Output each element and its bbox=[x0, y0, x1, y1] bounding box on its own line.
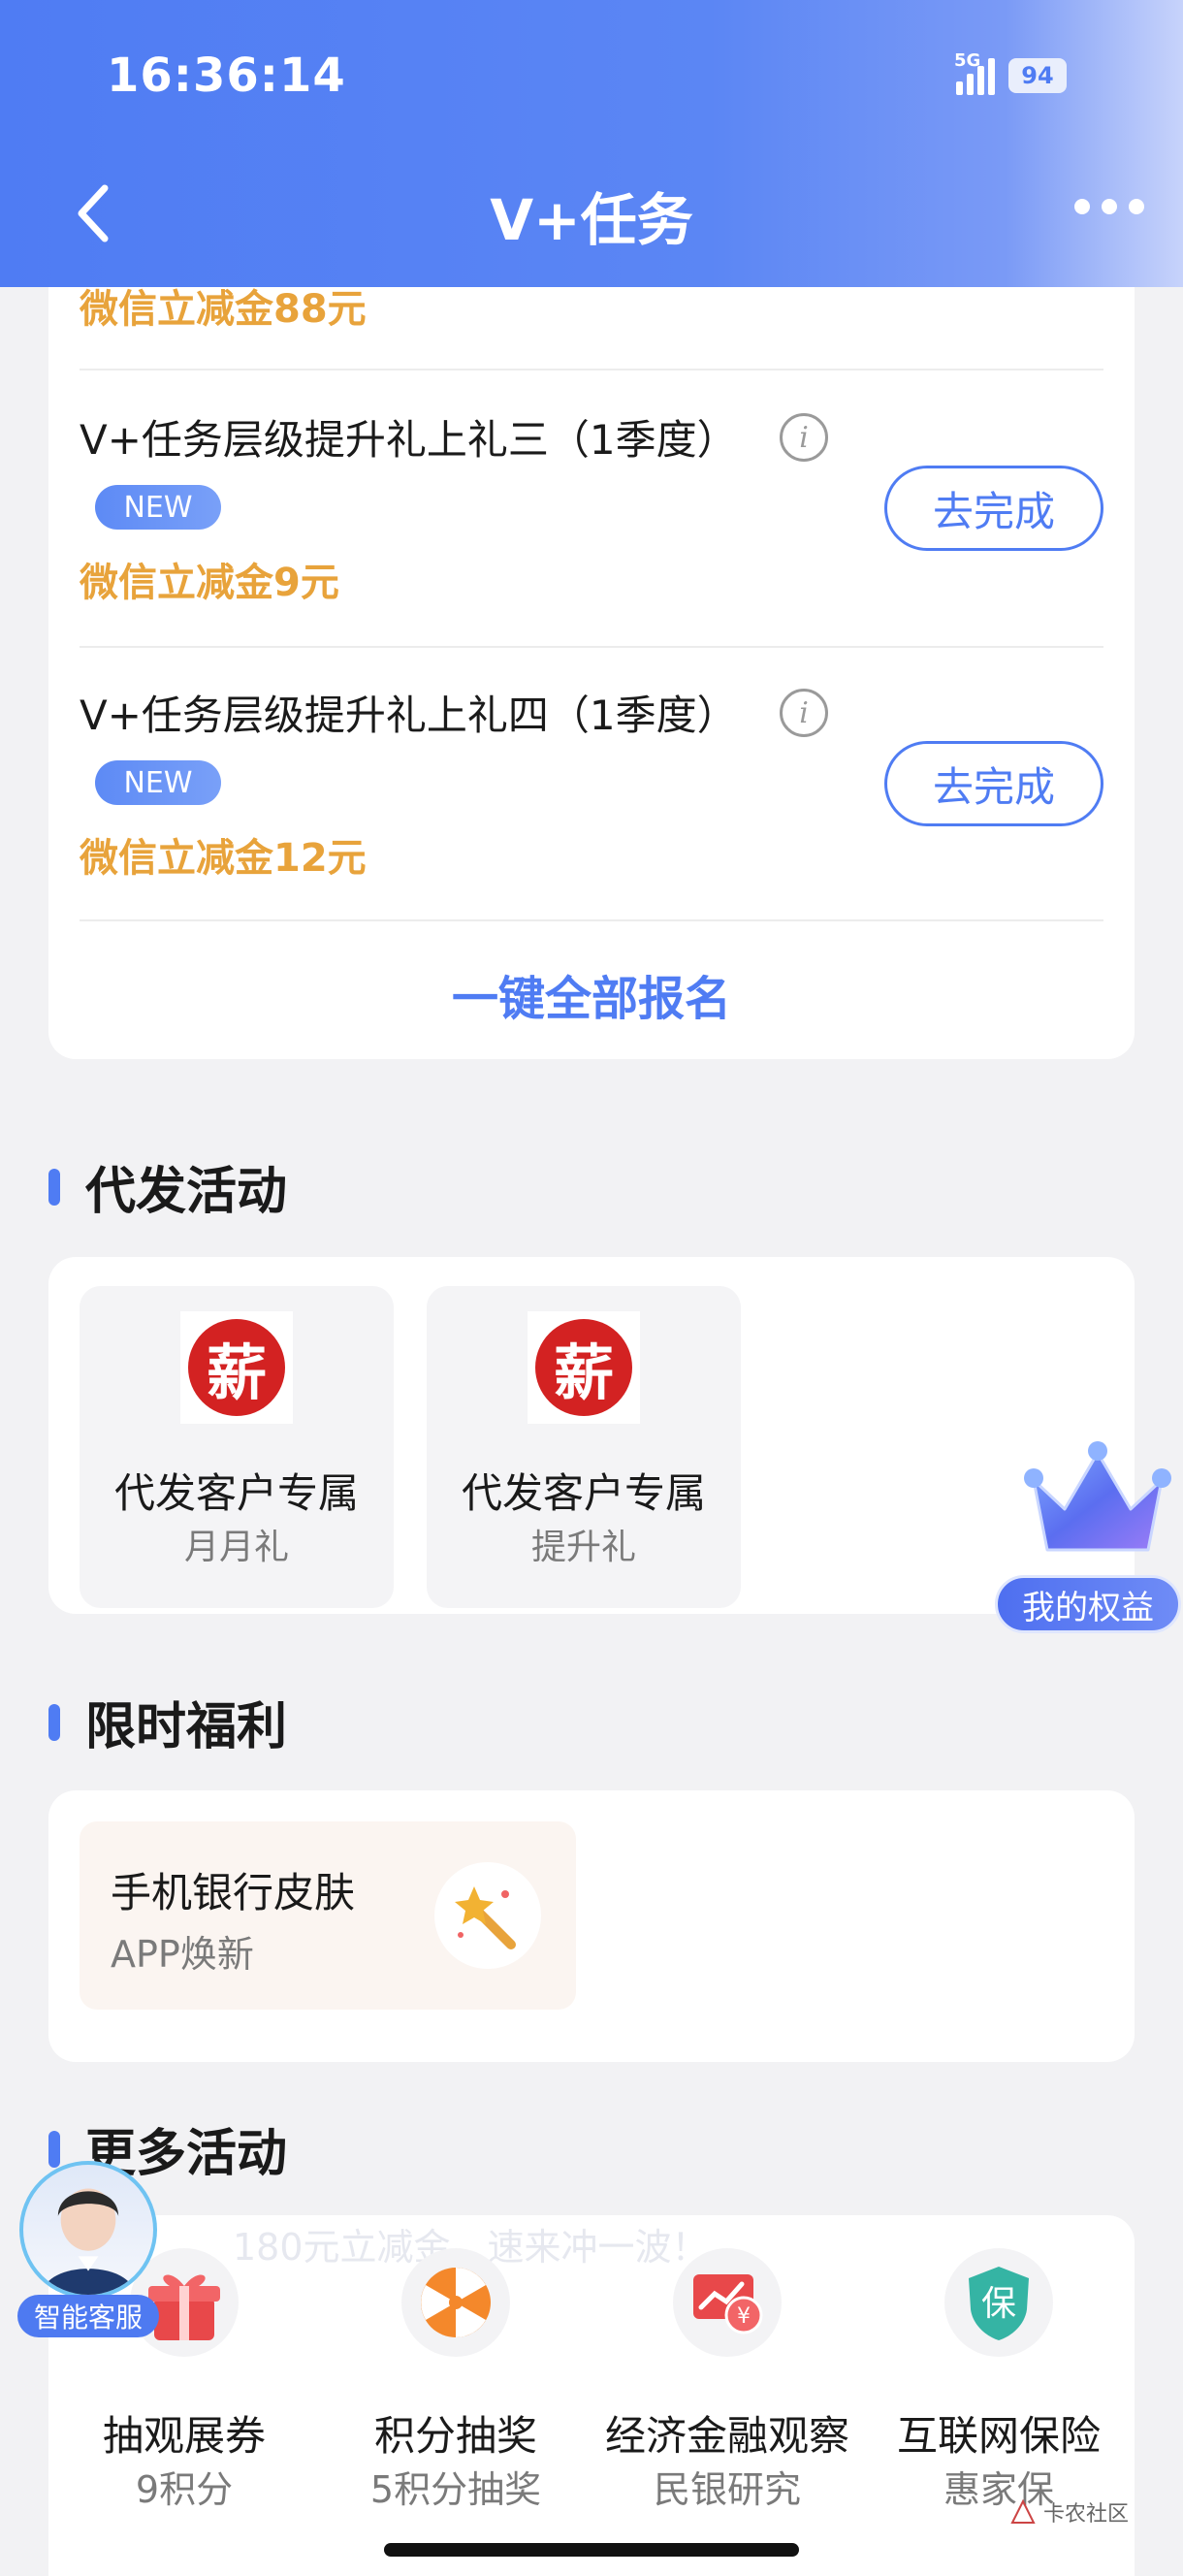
salary-icon: 薪 bbox=[180, 1311, 293, 1424]
task-title: V+任务层级提升礼上礼四（1季度） bbox=[80, 692, 738, 739]
community-watermark: 卡农社区 bbox=[1008, 2496, 1129, 2528]
divider bbox=[80, 369, 1103, 370]
signup-all-button[interactable]: 一键全部报名 bbox=[0, 960, 1183, 1028]
svg-text:¥: ¥ bbox=[737, 2304, 751, 2329]
daifa-item-upgrade[interactable]: 薪 代发客户专属 提升礼 bbox=[427, 1286, 741, 1608]
daifa-item-sub: 提升礼 bbox=[530, 1528, 636, 1567]
smart-service-float-button[interactable]: 智能客服 bbox=[16, 2157, 161, 2341]
my-benefits-label: 我的权益 bbox=[995, 1575, 1181, 1633]
cellular-signal-icon: 5G bbox=[954, 50, 995, 95]
task-reward: 微信立减金12元 bbox=[80, 836, 367, 881]
section-marker bbox=[48, 1703, 60, 1741]
smart-service-label: 智能客服 bbox=[17, 2295, 159, 2337]
info-icon[interactable]: i bbox=[780, 413, 828, 462]
crown-icon bbox=[1024, 1441, 1171, 1552]
salary-icon: 薪 bbox=[528, 1311, 640, 1424]
skin-sub: APP焕新 bbox=[111, 1933, 254, 1976]
section-title: 限时福利 bbox=[85, 1698, 288, 1756]
activity-name: 抽观展券 bbox=[102, 2412, 266, 2460]
activity-name: 积分抽奖 bbox=[373, 2412, 537, 2460]
page-title: V+任务 bbox=[490, 187, 693, 253]
activity-sub: 民银研究 bbox=[653, 2468, 801, 2511]
status-time: 16:36:14 bbox=[107, 48, 346, 103]
magic-wand-icon bbox=[434, 1862, 541, 1969]
status-indicators: 5G 94 bbox=[954, 50, 1067, 95]
activity-economy-observation[interactable]: ¥ 经济金融观察 民银研究 bbox=[592, 2248, 863, 2529]
home-indicator[interactable] bbox=[384, 2543, 799, 2557]
top-bar: 16:36:14 5G 94 V+任务 bbox=[0, 0, 1183, 287]
section-header-xianshi: 限时福利 bbox=[48, 1686, 287, 1758]
activity-internet-insurance[interactable]: 保 互联网保险 惠家保 bbox=[863, 2248, 1135, 2529]
new-badge: NEW bbox=[95, 760, 221, 805]
service-agent-avatar bbox=[19, 2161, 157, 2299]
task-reward: 微信立减金9元 bbox=[80, 561, 339, 605]
activity-name: 经济金融观察 bbox=[604, 2412, 849, 2460]
more-options-icon[interactable] bbox=[1074, 199, 1144, 214]
my-benefits-float-button[interactable]: 我的权益 bbox=[991, 1441, 1183, 1641]
complete-task-button[interactable]: 去完成 bbox=[884, 741, 1103, 826]
lottery-wheel-icon bbox=[401, 2248, 510, 2357]
daifa-item-monthly[interactable]: 薪 代发客户专属 月月礼 bbox=[80, 1286, 394, 1608]
daifa-item-name: 代发客户专属 bbox=[461, 1469, 706, 1517]
section-marker bbox=[48, 1168, 60, 1206]
divider bbox=[80, 646, 1103, 648]
section-title: 代发活动 bbox=[85, 1163, 288, 1221]
activity-sub: 9积分 bbox=[135, 2468, 234, 2511]
finance-chart-icon: ¥ bbox=[673, 2248, 782, 2357]
network-type: 5G bbox=[954, 50, 981, 71]
complete-task-button[interactable]: 去完成 bbox=[884, 466, 1103, 551]
activity-points-lottery[interactable]: 积分抽奖 5积分抽奖 bbox=[320, 2248, 592, 2529]
insurance-shield-icon: 保 bbox=[944, 2248, 1053, 2357]
section-header-daifa: 代发活动 bbox=[48, 1150, 287, 1223]
watermark-logo-icon bbox=[1010, 2498, 1036, 2524]
svg-text:保: 保 bbox=[981, 2284, 1016, 2324]
task-title: V+任务层级提升礼上礼三（1季度） bbox=[80, 416, 738, 464]
activity-sub: 5积分抽奖 bbox=[369, 2468, 542, 2511]
new-badge: NEW bbox=[95, 485, 221, 530]
battery-icon: 94 bbox=[1008, 58, 1067, 93]
skin-title: 手机银行皮肤 bbox=[111, 1869, 356, 1916]
divider bbox=[80, 919, 1103, 921]
daifa-item-sub: 月月礼 bbox=[183, 1528, 289, 1567]
daifa-item-name: 代发客户专属 bbox=[113, 1469, 359, 1517]
activity-name: 互联网保险 bbox=[896, 2412, 1101, 2460]
watermark-text: 卡农社区 bbox=[1043, 2502, 1130, 2527]
info-icon[interactable]: i bbox=[780, 689, 828, 737]
app-skin-item[interactable]: 手机银行皮肤 APP焕新 bbox=[80, 1821, 576, 2010]
